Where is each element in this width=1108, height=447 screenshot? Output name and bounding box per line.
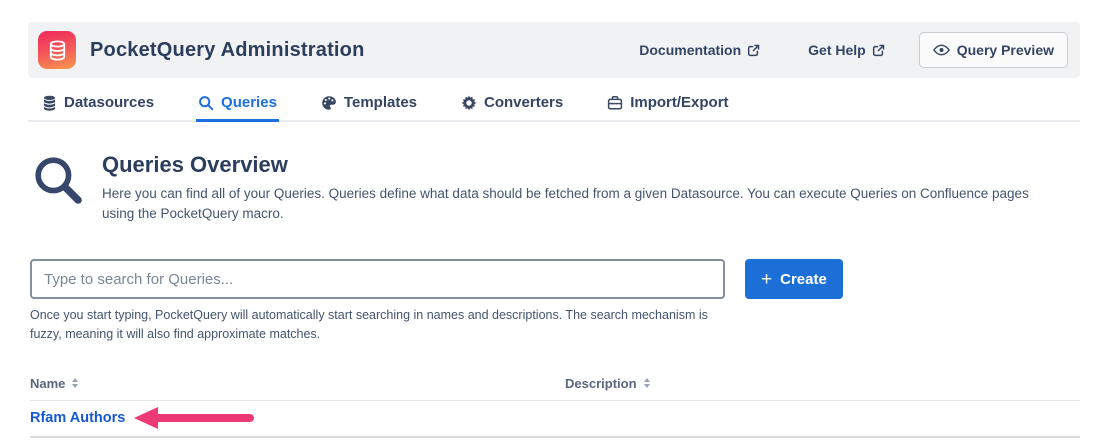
column-name-label: Name: [30, 376, 65, 391]
gear-icon: [461, 95, 477, 111]
query-link-rfam-authors[interactable]: Rfam Authors: [30, 410, 125, 426]
search-input[interactable]: [30, 259, 725, 299]
tab-converters-label: Converters: [484, 94, 563, 111]
briefcase-icon: [607, 95, 623, 111]
external-link-icon: [872, 44, 885, 57]
eye-icon: [933, 44, 950, 56]
column-description-label: Description: [565, 376, 637, 391]
search-row: + Create: [28, 259, 1080, 299]
create-button[interactable]: + Create: [745, 259, 843, 299]
header-bar: PocketQuery Administration Documentation…: [28, 22, 1080, 78]
admin-tab-bar: Datasources Queries Templ: [28, 88, 1080, 122]
tab-converters[interactable]: Converters: [459, 88, 565, 122]
documentation-link-label: Documentation: [639, 42, 741, 58]
tab-import-export[interactable]: Import/Export: [605, 88, 730, 122]
annotation-arrow: [134, 407, 256, 429]
table-header-row: Name Description: [30, 376, 1080, 400]
get-help-link-label: Get Help: [808, 42, 866, 58]
database-logo-icon: [46, 39, 69, 62]
overview-text-block: Queries Overview Here you can find all o…: [102, 152, 1042, 223]
query-preview-button[interactable]: Query Preview: [919, 32, 1068, 68]
table-row: Rfam Authors: [30, 400, 1080, 438]
pocketquery-admin-page: PocketQuery Administration Documentation…: [0, 0, 1108, 438]
page-title: PocketQuery Administration: [90, 39, 365, 62]
query-preview-label: Query Preview: [957, 42, 1054, 58]
tab-templates[interactable]: Templates: [319, 88, 419, 122]
tab-templates-label: Templates: [344, 94, 417, 111]
section-title: Queries Overview: [102, 152, 1042, 178]
documentation-link[interactable]: Documentation: [639, 42, 760, 58]
magnifier-icon: [32, 154, 86, 223]
tab-queries[interactable]: Queries: [196, 88, 279, 122]
search-icon: [198, 95, 214, 111]
tab-datasources[interactable]: Datasources: [40, 88, 156, 122]
database-icon: [42, 95, 57, 111]
search-helper-text: Once you start typing, PocketQuery will …: [28, 306, 733, 344]
queries-overview-section: Queries Overview Here you can find all o…: [28, 152, 1080, 223]
plus-icon: +: [761, 270, 772, 289]
queries-table: Name Description Rfam Authors: [28, 376, 1080, 438]
sort-icon[interactable]: [644, 378, 650, 388]
tab-queries-label: Queries: [221, 94, 277, 111]
palette-icon: [321, 95, 337, 111]
external-link-icon: [747, 44, 760, 57]
query-row-name-cell: Rfam Authors: [30, 407, 565, 429]
create-button-label: Create: [780, 271, 827, 288]
get-help-link[interactable]: Get Help: [808, 42, 885, 58]
sort-icon[interactable]: [72, 378, 78, 388]
tab-datasources-label: Datasources: [64, 94, 154, 111]
section-description: Here you can find all of your Queries. Q…: [102, 184, 1042, 223]
tab-import-export-label: Import/Export: [630, 94, 728, 111]
column-header-name[interactable]: Name: [30, 376, 565, 391]
pocketquery-logo: [38, 31, 76, 69]
column-header-description[interactable]: Description: [565, 376, 650, 391]
